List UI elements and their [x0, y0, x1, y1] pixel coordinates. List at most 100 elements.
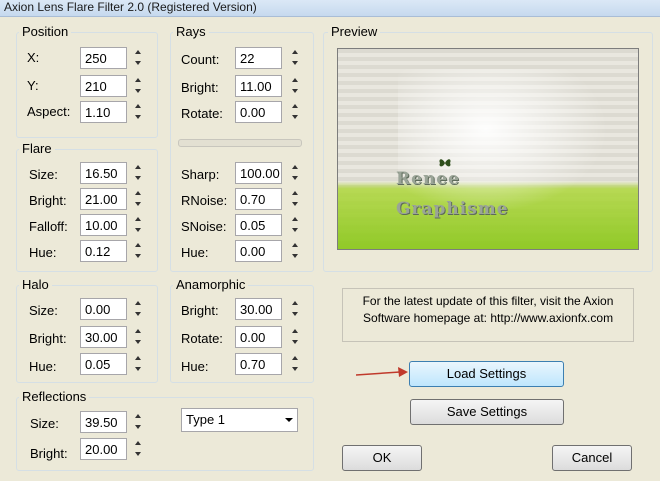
spin-up-icon[interactable] [133, 326, 143, 337]
spin-down-icon[interactable] [290, 112, 300, 123]
rays-count-spinner[interactable] [290, 47, 300, 69]
halo-bright-input[interactable]: 30.00 [80, 326, 127, 348]
load-settings-button[interactable]: Load Settings [409, 361, 564, 387]
halo-bright-label: Bright: [29, 331, 67, 346]
spin-down-icon[interactable] [290, 86, 300, 97]
position-aspect-spinner[interactable] [133, 101, 143, 123]
reflections-size-spinner[interactable] [133, 411, 143, 433]
spin-up-icon[interactable] [133, 240, 143, 251]
spin-down-icon[interactable] [133, 422, 143, 433]
spin-down-icon[interactable] [133, 309, 143, 320]
spin-up-icon[interactable] [133, 188, 143, 199]
reflection-type-select[interactable]: Type 1 [181, 408, 298, 432]
spin-up-icon[interactable] [290, 75, 300, 86]
spin-up-icon[interactable] [133, 438, 143, 449]
spin-down-icon[interactable] [133, 199, 143, 210]
rays-rotate-input[interactable]: 0.00 [235, 101, 282, 123]
spin-down-icon[interactable] [290, 364, 300, 375]
spin-down-icon[interactable] [133, 86, 143, 97]
spin-down-icon[interactable] [133, 173, 143, 184]
spin-down-icon[interactable] [133, 364, 143, 375]
preview-image[interactable]: Renee Graphisme [337, 48, 639, 250]
anamorphic-bright-input[interactable]: 30.00 [235, 298, 282, 320]
anamorphic-hue-input[interactable]: 0.70 [235, 353, 282, 375]
anamorphic-rotate-input[interactable]: 0.00 [235, 326, 282, 348]
spin-up-icon[interactable] [290, 188, 300, 199]
rays-rotate-spinner[interactable] [290, 101, 300, 123]
spin-up-icon[interactable] [290, 214, 300, 225]
rays-snoise-input[interactable]: 0.05 [235, 214, 282, 236]
spin-down-icon[interactable] [290, 58, 300, 69]
position-x-input[interactable]: 250 [80, 47, 127, 69]
anamorphic-hue-spinner[interactable] [290, 353, 300, 375]
rays-hue-input[interactable]: 0.00 [235, 240, 282, 262]
rays-sharp-label: Sharp: [181, 167, 220, 182]
dropdown-caret-icon[interactable] [285, 418, 293, 422]
spin-up-icon[interactable] [133, 298, 143, 309]
spin-down-icon[interactable] [133, 251, 143, 262]
spin-down-icon[interactable] [133, 337, 143, 348]
spin-down-icon[interactable] [290, 173, 300, 184]
spin-up-icon[interactable] [133, 101, 143, 112]
spin-down-icon[interactable] [290, 251, 300, 262]
spin-up-icon[interactable] [133, 162, 143, 173]
spin-up-icon[interactable] [133, 75, 143, 86]
flare-glow [398, 69, 618, 219]
halo-size-spinner[interactable] [133, 298, 143, 320]
rays-rnoise-spinner[interactable] [290, 188, 300, 210]
flare-size-spinner[interactable] [133, 162, 143, 184]
spin-up-icon[interactable] [133, 47, 143, 58]
anamorphic-hue-label: Hue: [181, 359, 209, 374]
flare-size-input[interactable]: 16.50 [80, 162, 127, 184]
flare-falloff-input[interactable]: 10.00 [80, 214, 127, 236]
spin-down-icon[interactable] [290, 337, 300, 348]
spin-down-icon[interactable] [290, 199, 300, 210]
spin-up-icon[interactable] [290, 47, 300, 58]
rays-snoise-spinner[interactable] [290, 214, 300, 236]
spin-down-icon[interactable] [133, 225, 143, 236]
position-x-spinner[interactable] [133, 47, 143, 69]
position-y-label: Y: [27, 78, 39, 93]
halo-size-input[interactable]: 0.00 [80, 298, 127, 320]
spin-up-icon[interactable] [133, 353, 143, 364]
reflections-bright-input[interactable]: 20.00 [80, 438, 127, 460]
halo-hue-input[interactable]: 0.05 [80, 353, 127, 375]
flare-bright-input[interactable]: 21.00 [80, 188, 127, 210]
anamorphic-rotate-spinner[interactable] [290, 326, 300, 348]
spin-up-icon[interactable] [290, 326, 300, 337]
position-y-input[interactable]: 210 [80, 75, 127, 97]
spin-up-icon[interactable] [133, 214, 143, 225]
rays-bright-input[interactable]: 11.00 [235, 75, 282, 97]
spin-up-icon[interactable] [290, 101, 300, 112]
spin-up-icon[interactable] [133, 411, 143, 422]
spin-down-icon[interactable] [290, 225, 300, 236]
spin-down-icon[interactable] [133, 449, 143, 460]
flare-hue-spinner[interactable] [133, 240, 143, 262]
spin-up-icon[interactable] [290, 298, 300, 309]
rays-sharp-input[interactable]: 100.00 [235, 162, 282, 184]
spin-down-icon[interactable] [133, 58, 143, 69]
spin-up-icon[interactable] [290, 240, 300, 251]
anamorphic-bright-spinner[interactable] [290, 298, 300, 320]
rays-count-input[interactable]: 22 [235, 47, 282, 69]
rays-rnoise-input[interactable]: 0.70 [235, 188, 282, 210]
spin-up-icon[interactable] [290, 162, 300, 173]
reflections-size-input[interactable]: 39.50 [80, 411, 127, 433]
spin-up-icon[interactable] [290, 353, 300, 364]
rays-bright-spinner[interactable] [290, 75, 300, 97]
flare-hue-input[interactable]: 0.12 [80, 240, 127, 262]
halo-hue-spinner[interactable] [133, 353, 143, 375]
reflections-bright-spinner[interactable] [133, 438, 143, 460]
spin-down-icon[interactable] [133, 112, 143, 123]
save-settings-button[interactable]: Save Settings [410, 399, 564, 425]
flare-bright-spinner[interactable] [133, 188, 143, 210]
halo-bright-spinner[interactable] [133, 326, 143, 348]
position-aspect-input[interactable]: 1.10 [80, 101, 127, 123]
flare-falloff-spinner[interactable] [133, 214, 143, 236]
position-y-spinner[interactable] [133, 75, 143, 97]
rays-hue-spinner[interactable] [290, 240, 300, 262]
ok-button[interactable]: OK [342, 445, 422, 471]
cancel-button[interactable]: Cancel [552, 445, 632, 471]
rays-sharp-spinner[interactable] [290, 162, 300, 184]
spin-down-icon[interactable] [290, 309, 300, 320]
